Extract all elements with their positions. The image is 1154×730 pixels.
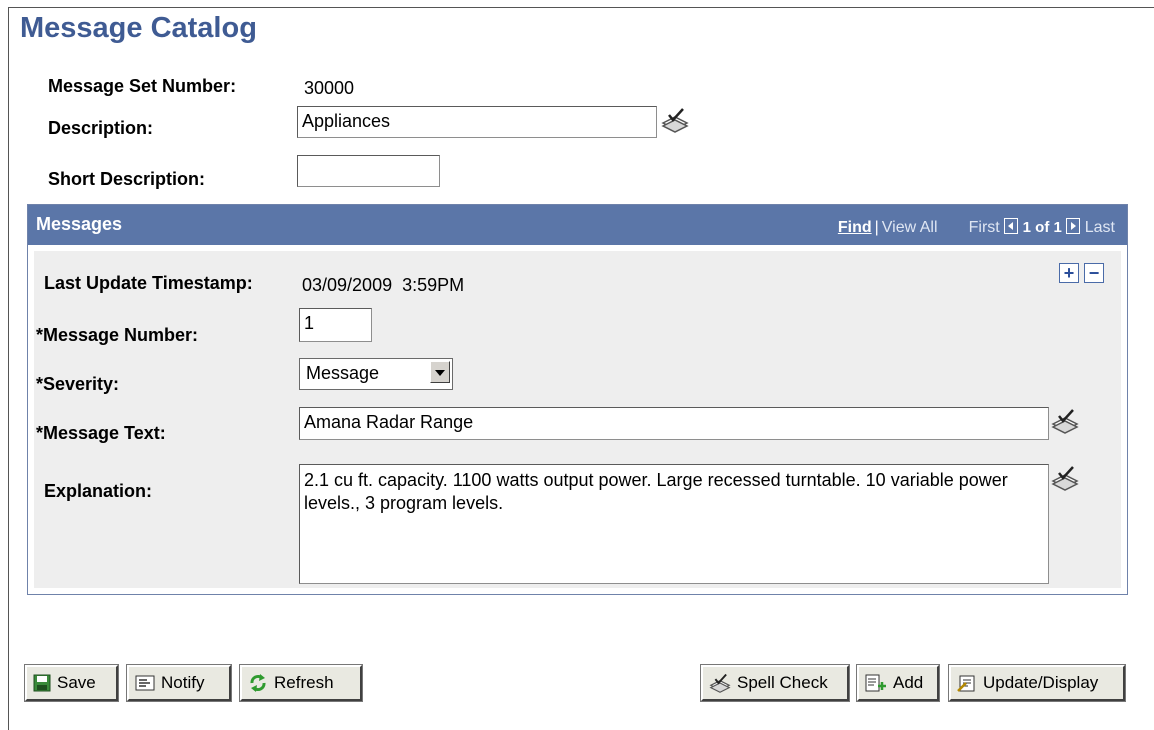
notify-button-label: Notify: [161, 673, 205, 692]
page-frame-left: [8, 7, 9, 730]
add-row-button[interactable]: +: [1059, 263, 1079, 283]
chevron-down-icon[interactable]: [430, 361, 450, 383]
notify-button[interactable]: Notify: [126, 664, 232, 702]
last-update-timestamp-label: Last Update Timestamp:: [44, 273, 253, 293]
update-display-button-label: Update/Display: [983, 673, 1099, 692]
refresh-icon: [250, 674, 266, 692]
spell-check-button[interactable]: Spell Check: [700, 664, 850, 702]
view-all-link[interactable]: View All: [882, 219, 938, 236]
nav-separator: |: [874, 219, 879, 236]
severity-label: *Severity:: [36, 374, 120, 394]
refresh-button-label: Refresh: [274, 673, 334, 692]
message-set-number-value: 30000: [304, 78, 355, 98]
notify-icon: [135, 675, 155, 691]
spell-check-icon[interactable]: [661, 107, 689, 133]
add-icon: [865, 674, 886, 692]
description-input[interactable]: Appliances: [297, 106, 657, 138]
spell-check-icon[interactable]: [1051, 408, 1079, 434]
messages-grid: Messages Find | View All First 1 of 1 Last…: [27, 204, 1128, 595]
update-display-button[interactable]: Update/Display: [948, 664, 1126, 702]
messages-grid-body: + − Last Update Timestamp: 03/09/2009 3:…: [34, 251, 1121, 588]
save-button[interactable]: Save: [24, 664, 119, 702]
message-number-label: *Message Number:: [36, 325, 199, 345]
message-set-number-label: Message Set Number:: [48, 76, 237, 96]
messages-grid-navigation: Find | View All First 1 of 1 Last: [838, 218, 1115, 237]
last-link[interactable]: Last: [1085, 219, 1115, 236]
delete-row-button[interactable]: −: [1084, 263, 1104, 283]
severity-select[interactable]: Message: [299, 358, 453, 390]
page-frame-top: [8, 7, 1154, 8]
page-title: Message Catalog: [20, 12, 257, 44]
first-link[interactable]: First: [969, 219, 1000, 236]
explanation-label: Explanation:: [44, 481, 153, 501]
messages-grid-header: Messages Find | View All First 1 of 1 Last: [28, 205, 1127, 245]
short-description-input[interactable]: [297, 155, 440, 187]
save-icon: [33, 674, 51, 692]
description-label: Description:: [48, 118, 154, 138]
spell-check-icon[interactable]: [1051, 465, 1079, 491]
message-text-label: *Message Text:: [36, 423, 166, 443]
previous-arrow-icon[interactable]: [1004, 218, 1019, 234]
refresh-button[interactable]: Refresh: [239, 664, 363, 702]
message-number-input[interactable]: 1: [299, 308, 372, 342]
update-display-icon: [957, 675, 975, 692]
row-count: 1 of 1: [1022, 219, 1062, 236]
short-description-label: Short Description:: [48, 169, 206, 189]
save-button-label: Save: [57, 673, 96, 692]
messages-grid-title: Messages: [36, 214, 123, 234]
next-arrow-icon[interactable]: [1066, 218, 1081, 234]
severity-selected-value: Message: [306, 363, 380, 383]
spell-check-icon: [709, 673, 731, 693]
last-update-timestamp-value: 03/09/2009 3:59PM: [302, 275, 465, 295]
add-button-label: Add: [893, 673, 924, 692]
spell-check-button-label: Spell Check: [737, 673, 828, 692]
add-button[interactable]: Add: [856, 664, 940, 702]
message-text-input[interactable]: Amana Radar Range: [299, 407, 1049, 440]
explanation-textarea[interactable]: 2.1 cu ft. capacity. 1100 watts output p…: [299, 464, 1049, 584]
find-link[interactable]: Find: [838, 219, 872, 236]
